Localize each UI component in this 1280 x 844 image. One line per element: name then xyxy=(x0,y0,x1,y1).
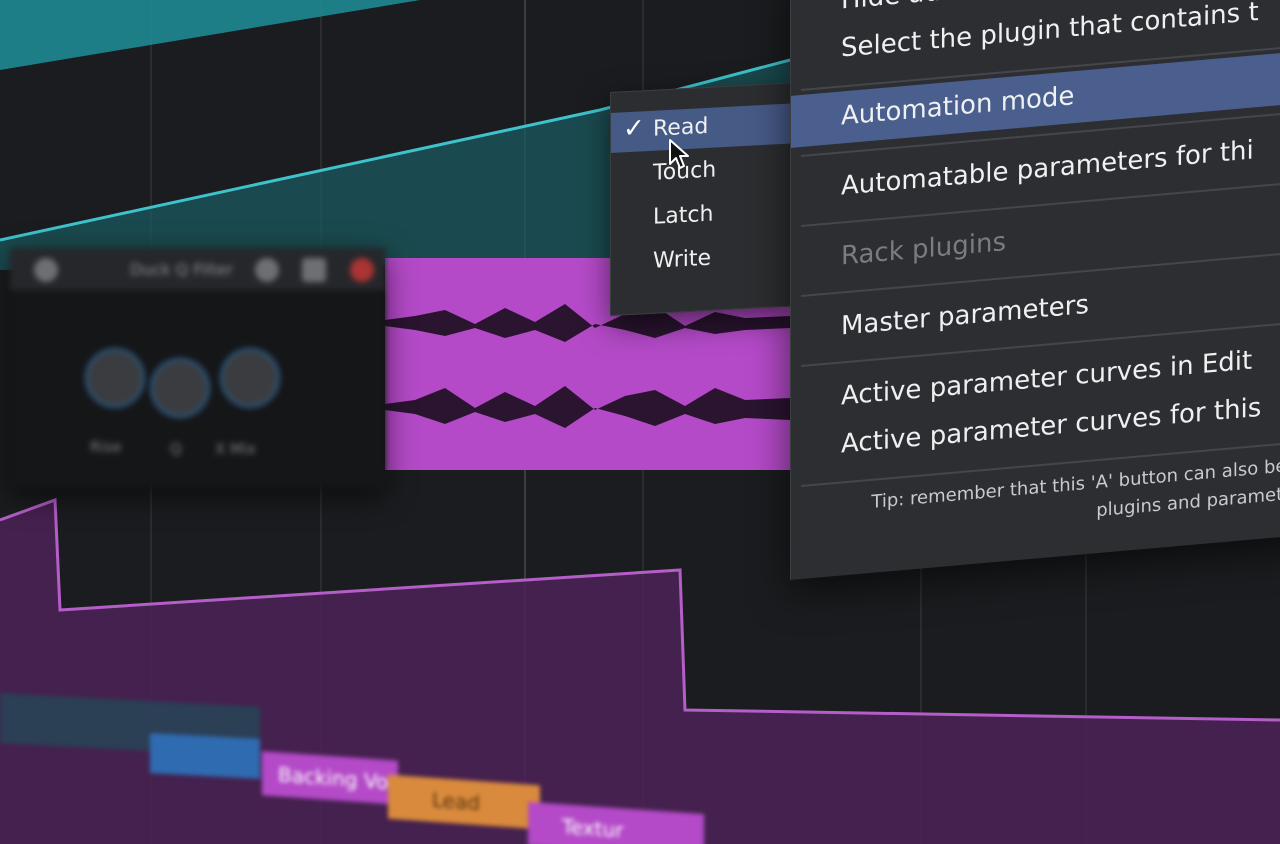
plugin-titlebar[interactable]: Duck Q Filter xyxy=(10,248,385,290)
knob-label: X Mix xyxy=(215,440,257,458)
track-chip-blurred[interactable] xyxy=(150,733,260,779)
power-icon[interactable] xyxy=(34,258,58,282)
daw-edit-window: Duck Q Filter Rise Q X Mix ✓ Read Touch … xyxy=(0,0,1280,844)
settings-icon[interactable] xyxy=(255,258,279,282)
menu-item-label: Master parameters xyxy=(841,289,1089,342)
menu-item-label: Automation mode xyxy=(841,81,1075,132)
track-chip-texture[interactable]: Textur xyxy=(528,801,704,844)
checkmark-icon: ✓ xyxy=(623,113,645,145)
menu-item-read[interactable]: ✓ Read xyxy=(611,103,791,153)
menu-item-label: Latch xyxy=(653,201,714,230)
plugin-title: Duck Q Filter xyxy=(130,260,233,279)
knob-label: Q xyxy=(170,440,182,458)
mouse-cursor-icon xyxy=(669,139,689,169)
menu-item-latch[interactable]: Latch xyxy=(611,192,791,241)
track-chip-label: Backing Vox xyxy=(278,762,398,795)
rise-knob[interactable] xyxy=(85,348,145,408)
automation-context-menu: Hide automati Select the plugin that con… xyxy=(790,0,1280,581)
track-chip-label: Lead xyxy=(432,787,481,816)
camera-icon[interactable] xyxy=(302,258,326,282)
automation-mode-submenu: ✓ Read Touch Latch Write xyxy=(610,82,792,316)
menu-item-write[interactable]: Write xyxy=(611,236,791,285)
q-knob[interactable] xyxy=(150,358,210,418)
menu-item-label: Rack plugins xyxy=(841,227,1007,272)
knob-label: Rise xyxy=(90,438,122,456)
teal-clip xyxy=(0,0,420,70)
track-chip-backing-vox[interactable]: Backing Vox xyxy=(262,751,398,805)
track-chip-lead[interactable]: Lead xyxy=(388,774,540,830)
track-chip-label: Textur xyxy=(562,814,624,843)
menu-item-label: Write xyxy=(653,245,712,274)
close-icon[interactable] xyxy=(350,258,374,282)
menu-item-touch[interactable]: Touch xyxy=(611,148,791,197)
track-headers: Backing Vox Lead Textur xyxy=(0,690,1280,844)
waveform-right xyxy=(385,386,790,428)
plugin-window[interactable]: Duck Q Filter Rise Q X Mix xyxy=(10,248,385,488)
mix-knob[interactable] xyxy=(220,348,280,408)
